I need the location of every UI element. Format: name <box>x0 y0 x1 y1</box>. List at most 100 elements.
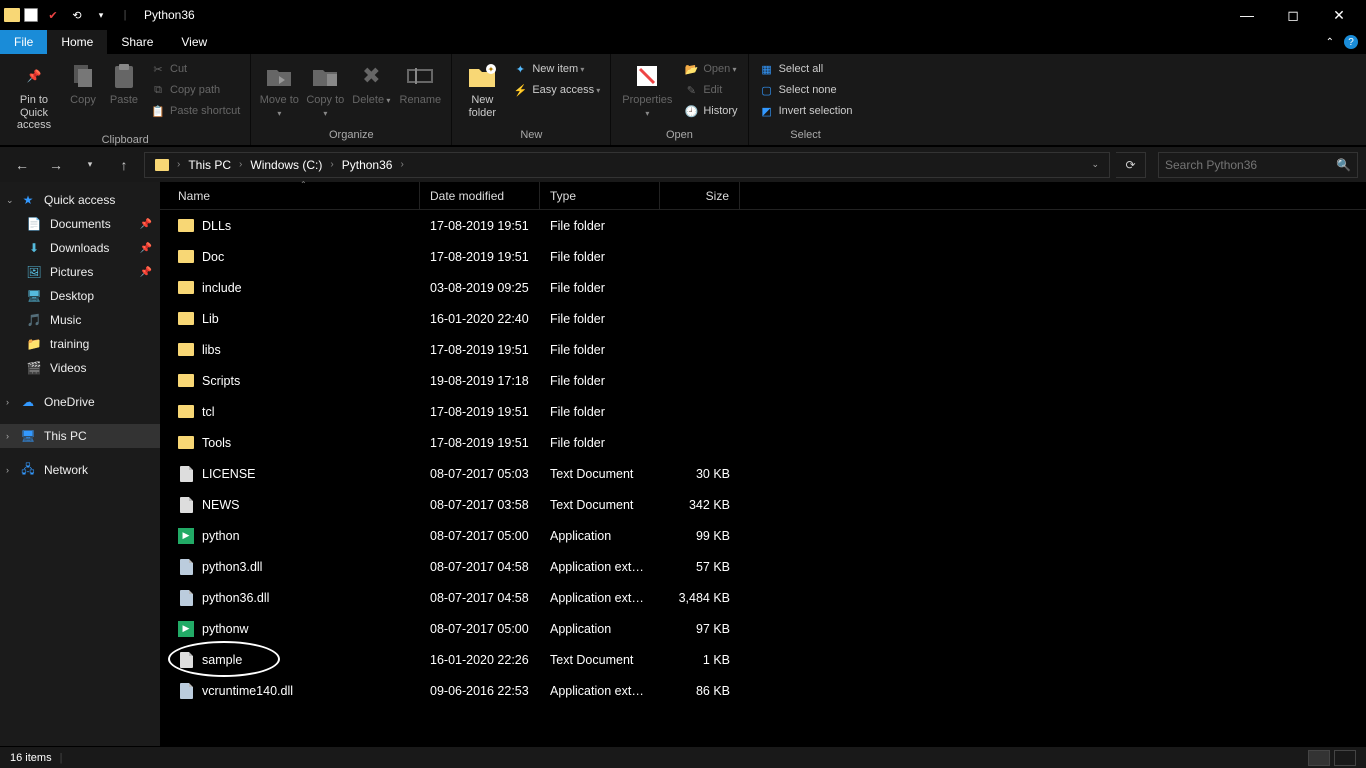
crumb-this-pc[interactable]: This PC <box>182 158 237 172</box>
crumb-folder[interactable]: Python36 <box>336 158 399 172</box>
file-row[interactable]: python36.dll08-07-2017 04:58Application … <box>160 582 1366 613</box>
chevron-right-icon[interactable]: › <box>6 465 9 475</box>
paste-shortcut-icon: 📋 <box>150 103 166 119</box>
file-date: 09-06-2016 22:53 <box>420 684 540 698</box>
tab-home[interactable]: Home <box>47 30 107 54</box>
file-name: python3.dll <box>202 560 262 574</box>
nav-recent-dropdown[interactable]: ▾ <box>76 159 104 170</box>
address-bar[interactable]: › This PC › Windows (C:) › Python36 › ⌄ <box>144 152 1110 178</box>
folder-icon <box>178 436 194 449</box>
file-size: 3,484 KB <box>660 591 740 605</box>
sidebar-item-downloads[interactable]: ⬇Downloads📌 <box>0 236 160 260</box>
new-item-button[interactable]: ✦New item <box>510 60 602 78</box>
minimize-button[interactable]: — <box>1224 0 1270 30</box>
file-row[interactable]: include03-08-2019 09:25File folder <box>160 272 1366 303</box>
file-row[interactable]: Lib16-01-2020 22:40File folder <box>160 303 1366 334</box>
details-view-button[interactable] <box>1308 750 1330 766</box>
search-icon[interactable]: 🔍 <box>1336 158 1351 172</box>
file-row[interactable]: ▶python08-07-2017 05:00Application99 KB <box>160 520 1366 551</box>
crumb-drive[interactable]: Windows (C:) <box>244 158 328 172</box>
new-folder-button[interactable]: ✦ New folder <box>460 58 504 119</box>
column-header-type[interactable]: Type <box>540 182 660 209</box>
sidebar-network[interactable]: › 🖧 Network <box>0 458 160 482</box>
column-header-name[interactable]: Name⌃ <box>160 182 420 209</box>
ribbon-collapse-icon[interactable]: ⌃ <box>1326 37 1334 48</box>
file-row[interactable]: vcruntime140.dll09-06-2016 22:53Applicat… <box>160 675 1366 706</box>
move-to-button[interactable]: Move to <box>259 58 299 119</box>
help-icon[interactable]: ? <box>1344 35 1358 49</box>
sidebar-item-videos[interactable]: 🎬Videos <box>0 356 160 380</box>
sidebar-item-training[interactable]: 📁training <box>0 332 160 356</box>
column-header-date[interactable]: Date modified <box>420 182 540 209</box>
rename-icon <box>404 60 436 92</box>
select-all-button[interactable]: ▦Select all <box>757 60 855 78</box>
easy-access-button[interactable]: ⚡Easy access <box>510 81 602 99</box>
sidebar-quick-access[interactable]: ⌄ ★ Quick access <box>0 188 160 212</box>
properties-button[interactable]: Properties <box>619 58 675 119</box>
sidebar-onedrive[interactable]: › ☁ OneDrive <box>0 390 160 414</box>
file-row[interactable]: NEWS08-07-2017 03:58Text Document342 KB <box>160 489 1366 520</box>
address-dropdown-icon[interactable]: ⌄ <box>1091 159 1099 170</box>
tab-file[interactable]: File <box>0 30 47 54</box>
edit-button[interactable]: ✎Edit <box>681 81 739 99</box>
file-list[interactable]: DLLs17-08-2019 19:51File folderDoc17-08-… <box>160 210 1366 746</box>
column-header-size[interactable]: Size <box>660 182 740 209</box>
paste-shortcut-button[interactable]: 📋Paste shortcut <box>148 102 242 120</box>
file-row[interactable]: Scripts19-08-2019 17:18File folder <box>160 365 1366 396</box>
copy-path-button[interactable]: ⧉Copy path <box>148 81 242 99</box>
select-none-button[interactable]: ▢Select none <box>757 81 855 99</box>
file-row[interactable]: LICENSE08-07-2017 05:03Text Document30 K… <box>160 458 1366 489</box>
chevron-right-icon[interactable]: › <box>330 159 333 170</box>
search-input[interactable] <box>1165 158 1336 172</box>
history-button[interactable]: 🕘History <box>681 102 739 120</box>
sidebar-item-music[interactable]: 🎵Music <box>0 308 160 332</box>
copy-to-button[interactable]: Copy to <box>305 58 345 119</box>
tab-view[interactable]: View <box>167 30 221 54</box>
chevron-right-icon[interactable]: › <box>239 159 242 170</box>
item-icon: 🖼 <box>26 264 42 280</box>
search-box[interactable]: 🔍 <box>1158 152 1358 178</box>
chevron-right-icon[interactable]: › <box>177 159 180 170</box>
pin-icon: 📌 <box>140 267 152 278</box>
nav-up-button[interactable]: ↑ <box>110 157 138 173</box>
chevron-down-icon[interactable]: ⌄ <box>6 195 14 206</box>
tab-share[interactable]: Share <box>107 30 167 54</box>
invert-selection-icon: ◩ <box>759 103 775 119</box>
pin-to-quick-access-button[interactable]: 📌 Pin to Quick access <box>8 58 60 132</box>
file-name: Scripts <box>202 374 240 388</box>
chevron-right-icon[interactable]: › <box>400 159 403 170</box>
sidebar-item-documents[interactable]: 📄Documents📌 <box>0 212 160 236</box>
invert-selection-button[interactable]: ◩Invert selection <box>757 102 855 120</box>
sidebar-this-pc[interactable]: › 🖥 This PC <box>0 424 160 448</box>
nav-forward-button[interactable]: → <box>42 157 70 173</box>
cut-button[interactable]: ✂Cut <box>148 60 242 78</box>
file-row[interactable]: Tools17-08-2019 19:51File folder <box>160 427 1366 458</box>
file-row[interactable]: ▶pythonw08-07-2017 05:00Application97 KB <box>160 613 1366 644</box>
large-icons-view-button[interactable] <box>1334 750 1356 766</box>
file-name: sample <box>202 653 242 667</box>
delete-button[interactable]: ✖ Delete <box>351 58 391 107</box>
file-row[interactable]: libs17-08-2019 19:51File folder <box>160 334 1366 365</box>
copy-button[interactable]: Copy <box>66 58 100 107</box>
maximize-button[interactable]: ◻ <box>1270 0 1316 30</box>
file-row[interactable]: python3.dll08-07-2017 04:58Application e… <box>160 551 1366 582</box>
refresh-button[interactable]: ⟳ <box>1116 152 1146 178</box>
dll-icon <box>180 683 193 699</box>
sidebar-item-pictures[interactable]: 🖼Pictures📌 <box>0 260 160 284</box>
file-row[interactable]: Doc17-08-2019 19:51File folder <box>160 241 1366 272</box>
open-button[interactable]: 📂Open <box>681 60 739 78</box>
chevron-right-icon[interactable]: › <box>6 431 9 441</box>
qat-undo-icon[interactable]: ⟲ <box>66 4 88 26</box>
rename-button[interactable]: Rename <box>397 58 443 107</box>
qat-save-icon[interactable]: ✔ <box>42 4 64 26</box>
file-date: 03-08-2019 09:25 <box>420 281 540 295</box>
close-button[interactable]: ✕ <box>1316 0 1362 30</box>
file-row[interactable]: sample16-01-2020 22:26Text Document1 KB <box>160 644 1366 675</box>
chevron-right-icon[interactable]: › <box>6 397 9 407</box>
qat-dropdown-icon[interactable]: ▾ <box>90 4 112 26</box>
file-row[interactable]: DLLs17-08-2019 19:51File folder <box>160 210 1366 241</box>
sidebar-item-desktop[interactable]: 🖥Desktop <box>0 284 160 308</box>
file-row[interactable]: tcl17-08-2019 19:51File folder <box>160 396 1366 427</box>
paste-button[interactable]: Paste <box>106 58 142 107</box>
nav-back-button[interactable]: ← <box>8 157 36 173</box>
